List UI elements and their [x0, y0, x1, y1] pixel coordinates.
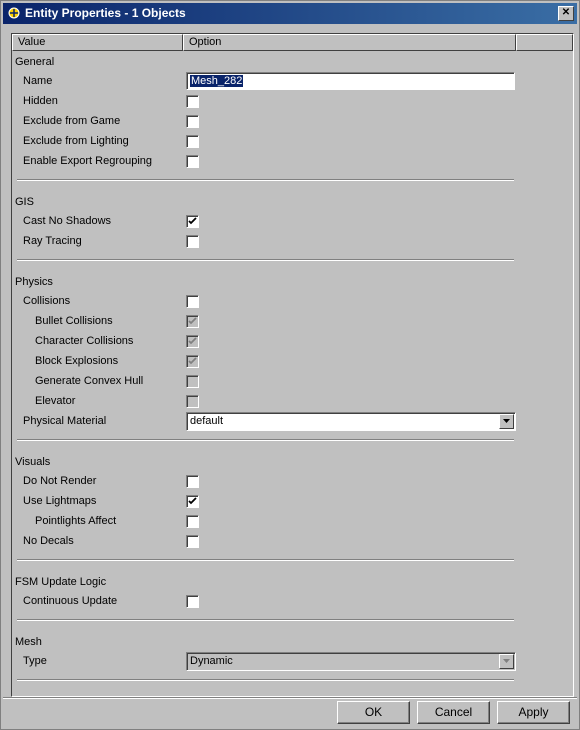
row-elevator: Elevator	[12, 392, 573, 412]
exclude-lighting-checkbox[interactable]	[186, 135, 199, 148]
cast-no-shadows-label: Cast No Shadows	[23, 215, 112, 227]
window-title: Entity Properties - 1 Objects	[25, 6, 186, 20]
row-type: Type Dynamic	[12, 652, 573, 672]
list-header: Value Option	[12, 34, 573, 51]
ok-button[interactable]: OK	[337, 701, 410, 724]
use-lightmaps-checkbox[interactable]	[186, 495, 199, 508]
export-regroup-checkbox[interactable]	[186, 155, 199, 168]
apply-button[interactable]: Apply	[497, 701, 570, 724]
no-decals-label: No Decals	[23, 535, 74, 547]
row-collisions: Collisions	[12, 292, 573, 312]
physical-material-value: default	[190, 415, 224, 427]
column-header-option[interactable]: Option	[183, 34, 516, 51]
elevator-checkbox[interactable]	[186, 395, 199, 408]
pointlights-affect-label: Pointlights Affect	[35, 515, 117, 527]
chevron-down-icon	[503, 419, 510, 423]
block-explosions-label: Block Explosions	[35, 355, 119, 367]
physical-material-select[interactable]: default	[186, 412, 516, 431]
type-label: Type	[23, 655, 47, 667]
bullet-collisions-label: Bullet Collisions	[35, 315, 113, 327]
check-icon	[188, 317, 197, 325]
section-visuals: Visuals	[15, 456, 51, 468]
section-physics: Physics	[15, 276, 53, 288]
bullet-collisions-checkbox[interactable]	[186, 315, 199, 328]
divider	[17, 439, 514, 441]
exclude-game-label: Exclude from Game	[23, 115, 121, 127]
app-icon	[7, 6, 21, 20]
convex-hull-label: Generate Convex Hull	[35, 375, 144, 387]
section-gis: GIS	[15, 196, 34, 208]
row-block-explosions: Block Explosions	[12, 352, 573, 372]
divider	[17, 179, 514, 181]
check-icon	[188, 357, 197, 365]
divider	[17, 679, 514, 681]
column-header-value[interactable]: Value	[12, 34, 183, 51]
block-explosions-checkbox[interactable]	[186, 355, 199, 368]
do-not-render-checkbox[interactable]	[186, 475, 199, 488]
collisions-checkbox[interactable]	[186, 295, 199, 308]
check-icon	[188, 497, 197, 505]
name-value: Mesh_282	[190, 75, 244, 87]
check-icon	[188, 337, 197, 345]
section-general: General	[15, 56, 55, 68]
row-cast-no-shadows: Cast No Shadows	[12, 212, 573, 232]
exclude-lighting-label: Exclude from Lighting	[23, 135, 129, 147]
title-bar[interactable]: Entity Properties - 1 Objects ✕	[3, 3, 577, 24]
row-do-not-render: Do Not Render	[12, 472, 573, 492]
footer-divider	[3, 697, 577, 699]
row-physical-material: Physical Material default	[12, 412, 573, 432]
row-convex-hull: Generate Convex Hull	[12, 372, 573, 392]
no-decals-checkbox[interactable]	[186, 535, 199, 548]
row-ray-tracing: Ray Tracing	[12, 232, 573, 252]
collisions-label: Collisions	[23, 295, 71, 307]
type-select[interactable]: Dynamic	[186, 652, 516, 671]
section-fsm: FSM Update Logic	[15, 576, 107, 588]
row-no-decals: No Decals	[12, 532, 573, 552]
ray-tracing-label: Ray Tracing	[23, 235, 82, 247]
row-hidden: Hidden	[12, 92, 573, 112]
convex-hull-checkbox[interactable]	[186, 375, 199, 388]
cancel-button[interactable]: Cancel	[417, 701, 490, 724]
character-collisions-checkbox[interactable]	[186, 335, 199, 348]
character-collisions-label: Character Collisions	[35, 335, 134, 347]
row-export-regroup: Enable Export Regrouping	[12, 152, 573, 172]
section-mesh: Mesh	[15, 636, 42, 648]
divider	[17, 259, 514, 261]
row-pointlights-affect: Pointlights Affect	[12, 512, 573, 532]
chevron-down-icon	[503, 659, 510, 663]
hidden-label: Hidden	[23, 95, 58, 107]
divider	[17, 619, 514, 621]
column-header-blank	[516, 34, 573, 51]
row-character-collisions: Character Collisions	[12, 332, 573, 352]
divider	[17, 559, 514, 561]
row-name: Name Mesh_282	[12, 72, 573, 92]
dropdown-button[interactable]	[499, 654, 514, 669]
elevator-label: Elevator	[35, 395, 76, 407]
use-lightmaps-label: Use Lightmaps	[23, 495, 97, 507]
name-input[interactable]: Mesh_282	[186, 72, 515, 90]
hidden-checkbox[interactable]	[186, 95, 199, 108]
physical-material-label: Physical Material	[23, 415, 107, 427]
continuous-update-label: Continuous Update	[23, 595, 118, 607]
entity-properties-window: Entity Properties - 1 Objects ✕ Value Op…	[0, 0, 580, 730]
do-not-render-label: Do Not Render	[23, 475, 97, 487]
row-exclude-game: Exclude from Game	[12, 112, 573, 132]
check-icon	[188, 217, 197, 225]
ray-tracing-checkbox[interactable]	[186, 235, 199, 248]
continuous-update-checkbox[interactable]	[186, 595, 199, 608]
row-bullet-collisions: Bullet Collisions	[12, 312, 573, 332]
name-label: Name	[23, 75, 53, 87]
export-regroup-label: Enable Export Regrouping	[23, 155, 153, 167]
dropdown-button[interactable]	[499, 414, 514, 429]
properties-list[interactable]: Value Option General Name Mesh_282 Hidde…	[11, 33, 574, 697]
row-exclude-lighting: Exclude from Lighting	[12, 132, 573, 152]
type-value: Dynamic	[190, 655, 233, 667]
row-use-lightmaps: Use Lightmaps	[12, 492, 573, 512]
close-button[interactable]: ✕	[558, 6, 574, 21]
exclude-game-checkbox[interactable]	[186, 115, 199, 128]
row-continuous-update: Continuous Update	[12, 592, 573, 612]
cast-no-shadows-checkbox[interactable]	[186, 215, 199, 228]
pointlights-affect-checkbox[interactable]	[186, 515, 199, 528]
